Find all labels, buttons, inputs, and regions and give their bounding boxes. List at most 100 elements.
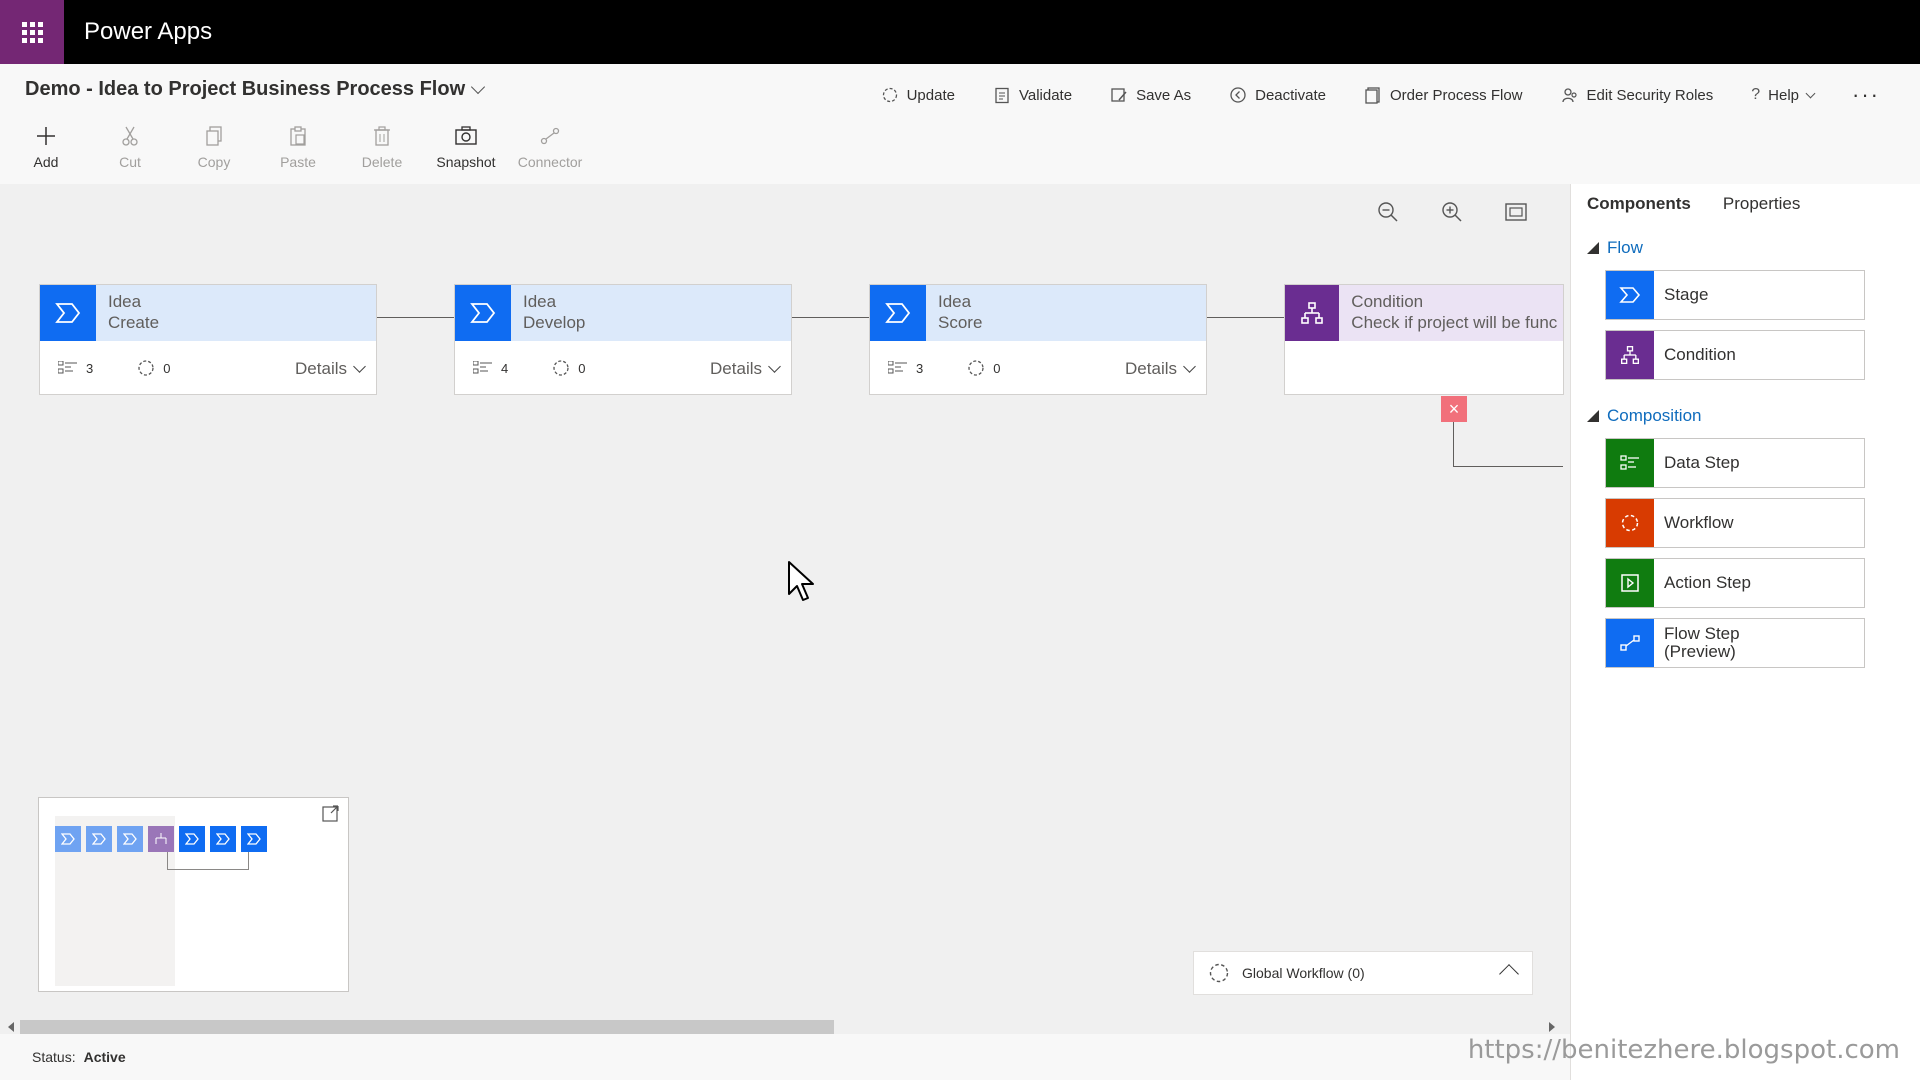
branch-line [1453,466,1563,467]
zoom-in-icon [1442,202,1462,222]
global-workflow-bar[interactable]: Global Workflow (0) [1193,951,1533,995]
copy-button[interactable]: Copy [172,124,256,180]
action-step-icon [1606,559,1654,607]
tab-properties[interactable]: Properties [1723,194,1800,214]
details-label: Details [295,359,347,378]
delete-button[interactable]: Delete [340,124,424,180]
condition-subtitle: Check if project will be func [1351,313,1558,332]
fit-screen-icon [1505,203,1527,221]
validate-label: Validate [1018,86,1073,104]
scroll-right-icon[interactable] [1549,1022,1555,1032]
save-as-button[interactable]: Save As [1110,86,1191,104]
chevron-up-icon[interactable] [1499,964,1519,984]
flow-section-header[interactable]: Flow [1587,236,1904,260]
connector-button[interactable]: Connector [508,124,592,180]
fit-to-screen-button[interactable] [1502,198,1530,226]
order-process-flow-button[interactable]: Order Process Flow [1364,86,1523,104]
app-launcher-button[interactable] [0,0,64,64]
workflow-icon [1606,499,1654,547]
delete-branch-button[interactable]: × [1441,396,1467,422]
minimap-condition-icon [148,826,174,852]
component-stage[interactable]: Stage [1605,270,1865,320]
designer-canvas[interactable]: Idea Create 3 0 Details Idea Develop 4 0… [0,184,1570,1034]
zoom-in-button[interactable] [1438,198,1466,226]
snapshot-button[interactable]: Snapshot [424,124,508,180]
status-label: Status: [32,1049,76,1065]
component-action-step[interactable]: Action Step [1605,558,1865,608]
tab-components[interactable]: Components [1587,194,1691,214]
stage-card-score[interactable]: Idea Score 3 0 Details [869,284,1207,395]
connector-label: Connector [517,154,583,170]
component-workflow[interactable]: Workflow [1605,498,1865,548]
workflow-icon [1209,963,1229,983]
status-value: Active [83,1049,126,1065]
stage-entity: Idea [938,292,972,311]
details-toggle[interactable]: Details [1125,359,1196,379]
save-as-icon [1111,88,1127,102]
save-as-label: Save As [1136,86,1192,104]
workflow-count: 0 [137,359,170,377]
chevron-down-icon [471,79,486,94]
details-label: Details [1125,359,1177,378]
steps-count: 3 [888,361,923,376]
plus-icon [34,124,58,148]
minimap[interactable] [38,797,349,992]
stage-connector-line [1207,317,1284,318]
horizontal-scrollbar[interactable] [0,1016,1565,1034]
minimap-stage-icon [117,826,143,852]
paste-button[interactable]: Paste [256,124,340,180]
scrollbar-thumb[interactable] [20,1020,834,1034]
steps-count: 3 [58,361,93,376]
validate-button[interactable]: Validate [993,86,1072,104]
scissors-icon [118,124,142,148]
chevron-down-icon [1183,360,1196,373]
stage-entity: Idea [108,292,142,311]
workflow-icon [553,360,569,376]
component-flow-step[interactable]: Flow Step (Preview) [1605,618,1865,668]
help-icon: ? [1751,86,1761,103]
steps-count-value: 4 [501,360,509,376]
workflow-count: 0 [552,359,585,377]
condition-title: Condition [1351,292,1424,311]
condition-card[interactable]: Condition Check if project will be func [1284,284,1564,395]
cut-label: Cut [119,154,141,170]
chevron-down-icon [353,360,366,373]
process-title-dropdown[interactable]: Demo - Idea to Project Business Process … [25,78,486,101]
camera-icon [454,124,478,148]
edit-security-roles-button[interactable]: Edit Security Roles [1561,86,1714,104]
stage-name: Develop [523,313,586,332]
collapse-minimap-icon[interactable] [322,804,340,822]
minimap-stage-icon [55,826,81,852]
help-label: Help [1768,86,1800,104]
paste-icon [286,124,310,148]
stage-connector-line [377,317,454,318]
branch-line [1453,422,1454,466]
edit-security-roles-label: Edit Security Roles [1586,86,1714,104]
copy-icon [202,124,226,148]
cut-button[interactable]: Cut [88,124,172,180]
stage-card-create[interactable]: Idea Create 3 0 Details [39,284,377,395]
component-condition[interactable]: Condition [1605,330,1865,380]
update-button[interactable]: Update [881,86,955,104]
command-bar: Demo - Idea to Project Business Process … [0,64,1920,184]
composition-section-header[interactable]: Composition [1587,404,1904,428]
add-label: Add [33,154,59,170]
chevron-down-icon [1805,88,1816,98]
details-toggle[interactable]: Details [295,359,366,379]
toolbar: Add Cut Copy Paste Delete Snapshot Conne… [4,124,592,180]
stage-card-develop[interactable]: Idea Develop 4 0 Details [454,284,792,395]
more-options-button[interactable]: ··· [1852,82,1880,108]
details-toggle[interactable]: Details [710,359,781,379]
copy-label: Copy [197,154,231,170]
connector-icon [538,124,562,148]
process-title: Demo - Idea to Project Business Process … [25,78,466,100]
deactivate-button[interactable]: Deactivate [1229,86,1326,104]
scroll-left-icon[interactable] [8,1022,14,1032]
component-data-step[interactable]: Data Step [1605,438,1865,488]
zoom-out-button[interactable] [1374,198,1402,226]
collapse-triangle-icon [1587,242,1599,254]
help-button[interactable]: ? Help [1751,86,1816,104]
add-button[interactable]: Add [4,124,88,180]
steps-count: 4 [473,361,508,376]
close-icon: × [1448,398,1460,419]
